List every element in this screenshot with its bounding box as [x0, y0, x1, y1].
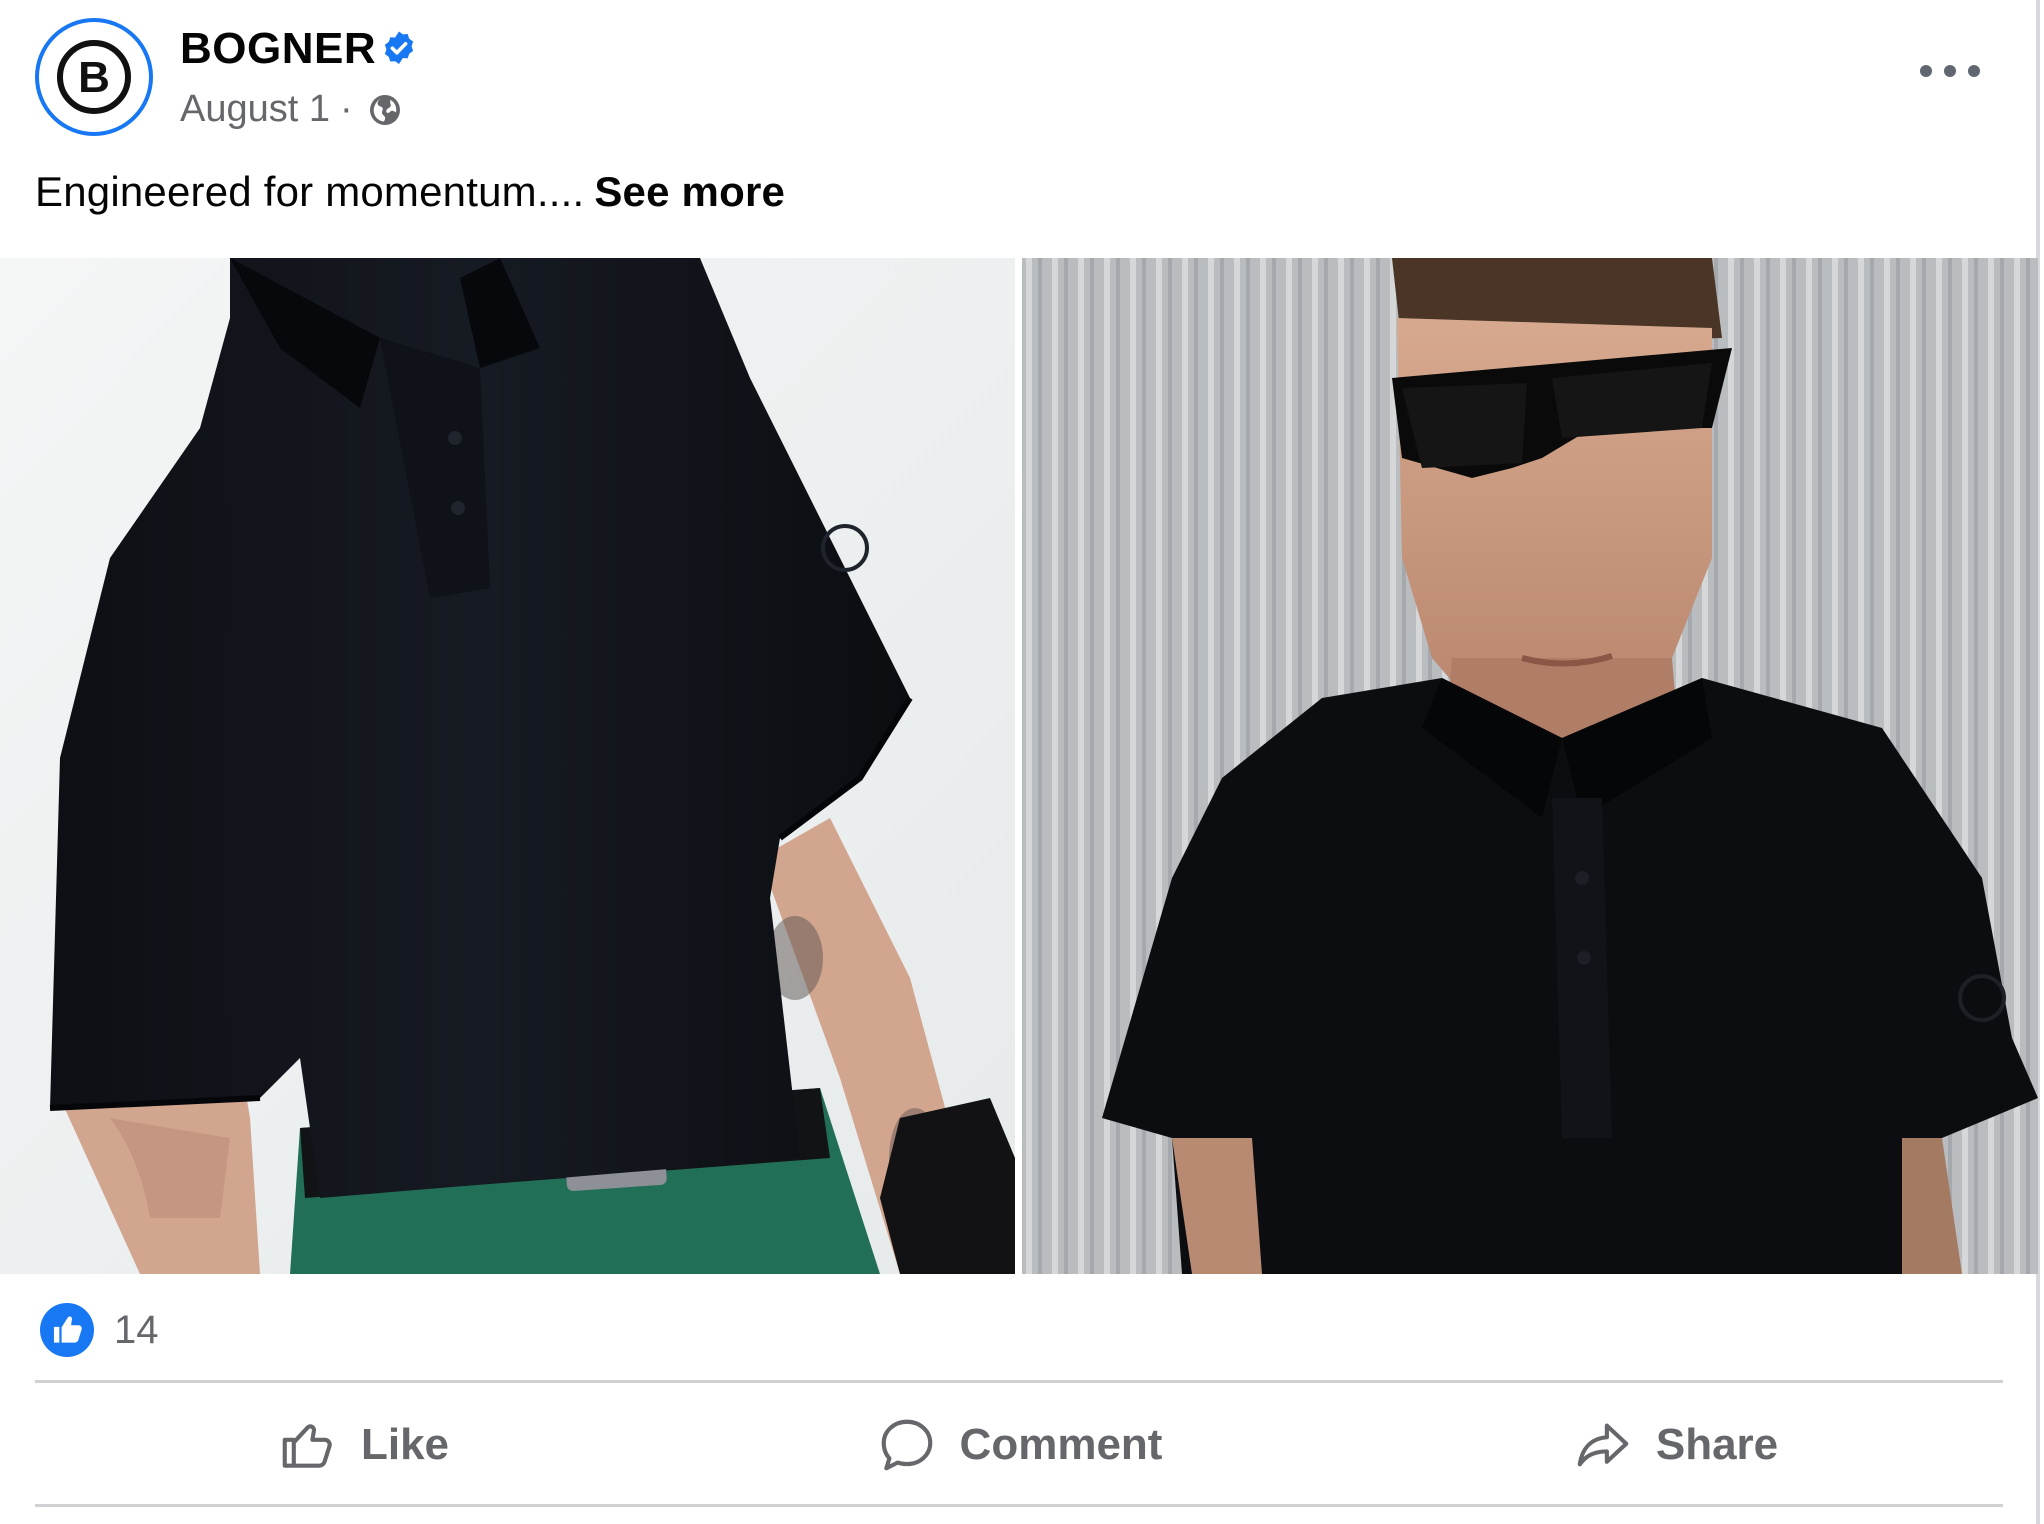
comment-icon — [881, 1419, 932, 1471]
post-photo-1[interactable] — [0, 258, 1015, 1274]
share-label: Share — [1655, 1420, 1779, 1469]
post-card: B BOGNER August 1 · Engineered for momen… — [0, 0, 2040, 1524]
meta-separator: · — [340, 88, 353, 130]
divider — [35, 1504, 2003, 1507]
post-caption: Engineered for momentum.... See more — [35, 168, 785, 216]
post-date[interactable]: August 1 — [180, 88, 330, 131]
like-label: Like — [360, 1420, 450, 1469]
sunglasses-portrait-photo — [1022, 258, 2038, 1274]
reactions-summary[interactable]: 14 — [40, 1302, 159, 1358]
comment-label: Comment — [959, 1420, 1163, 1469]
bogner-logo-icon: B — [57, 40, 131, 114]
more-options-icon[interactable] — [1912, 46, 1988, 96]
share-icon — [1577, 1423, 1629, 1467]
like-button[interactable]: Like — [35, 1392, 691, 1498]
like-reaction-icon — [40, 1303, 94, 1357]
verified-badge-icon — [384, 31, 414, 65]
post-photo-2[interactable] — [1022, 258, 2038, 1274]
page-avatar[interactable]: B — [35, 18, 153, 136]
comment-button[interactable]: Comment — [691, 1392, 1347, 1498]
page-name[interactable]: BOGNER — [180, 24, 376, 74]
see-more-link[interactable]: See more — [594, 168, 785, 215]
post-meta: August 1 · — [180, 88, 403, 131]
post-actions: Like Comment Share — [35, 1392, 2003, 1498]
caption-text: Engineered for momentum.... — [35, 168, 585, 215]
reaction-count: 14 — [114, 1307, 159, 1352]
divider — [35, 1380, 2003, 1383]
thumbs-up-icon — [282, 1424, 332, 1468]
share-button[interactable]: Share — [1347, 1392, 2003, 1498]
svg-text:B: B — [78, 53, 110, 102]
polo-shirt-photo — [0, 258, 1015, 1274]
globe-icon — [369, 94, 400, 125]
